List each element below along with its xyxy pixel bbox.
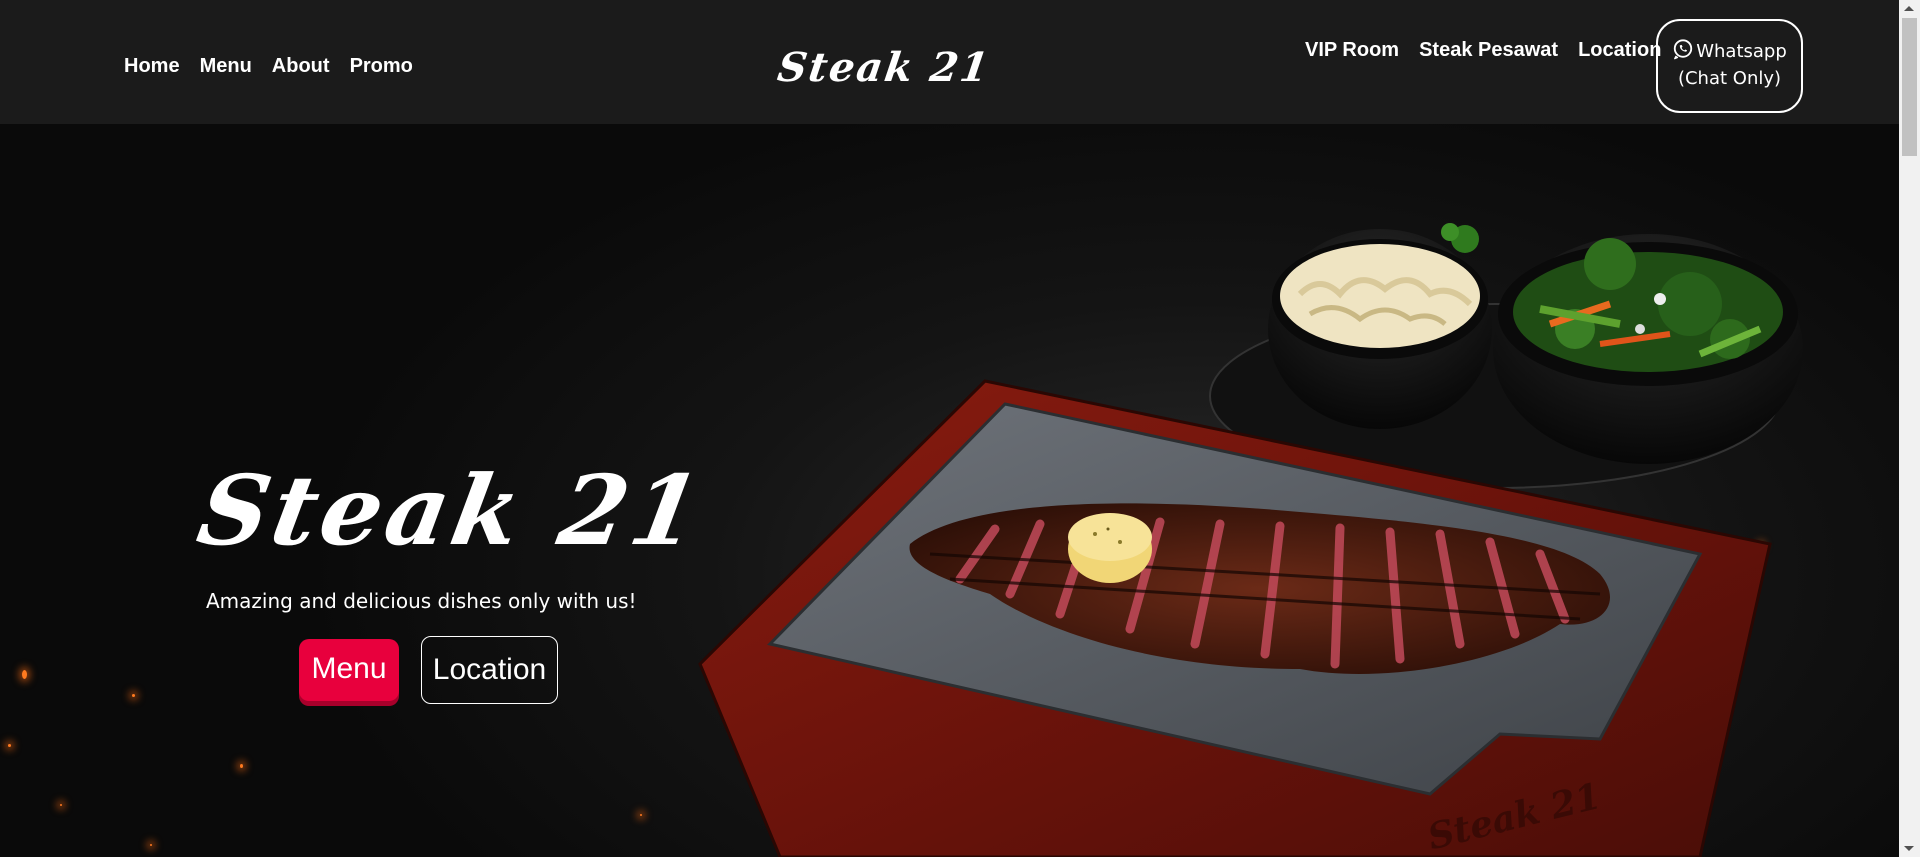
navbar: Home Menu About Promo Steak 21 VIP Room … [0,0,1899,124]
nav-link-promo[interactable]: Promo [350,54,413,78]
scroll-down-arrow-icon[interactable] [1904,846,1914,851]
location-button[interactable]: Location [421,636,558,704]
nav-link-home[interactable]: Home [124,54,180,78]
scroll-up-arrow-icon[interactable] [1904,6,1914,11]
whatsapp-button[interactable]: Whatsapp (Chat Only) [1656,19,1803,113]
whatsapp-label: Whatsapp [1696,41,1787,62]
nav-link-vip-room[interactable]: VIP Room [1305,38,1399,62]
nav-right: VIP Room Steak Pesawat Location [1305,38,1661,62]
scrollbar-thumb[interactable] [1902,18,1917,156]
nav-link-location[interactable]: Location [1578,38,1661,62]
menu-button[interactable]: Menu [299,639,399,701]
brand-logo[interactable]: Steak 21 [775,44,994,91]
nav-link-steak-pesawat[interactable]: Steak Pesawat [1419,38,1558,62]
nav-link-about[interactable]: About [272,54,330,78]
nav-left: Home Menu About Promo [124,54,413,78]
hero-section: Steak 21 Steak 21 Amazing and delicious … [0,124,1899,857]
hero-subtitle: Amazing and delicious dishes only with u… [206,589,637,613]
whatsapp-sublabel: (Chat Only) [1677,68,1782,89]
whatsapp-icon [1674,39,1693,60]
hero-title: Steak 21 [190,454,713,567]
page-scrollbar[interactable] [1899,0,1920,857]
nav-link-menu[interactable]: Menu [200,54,252,78]
